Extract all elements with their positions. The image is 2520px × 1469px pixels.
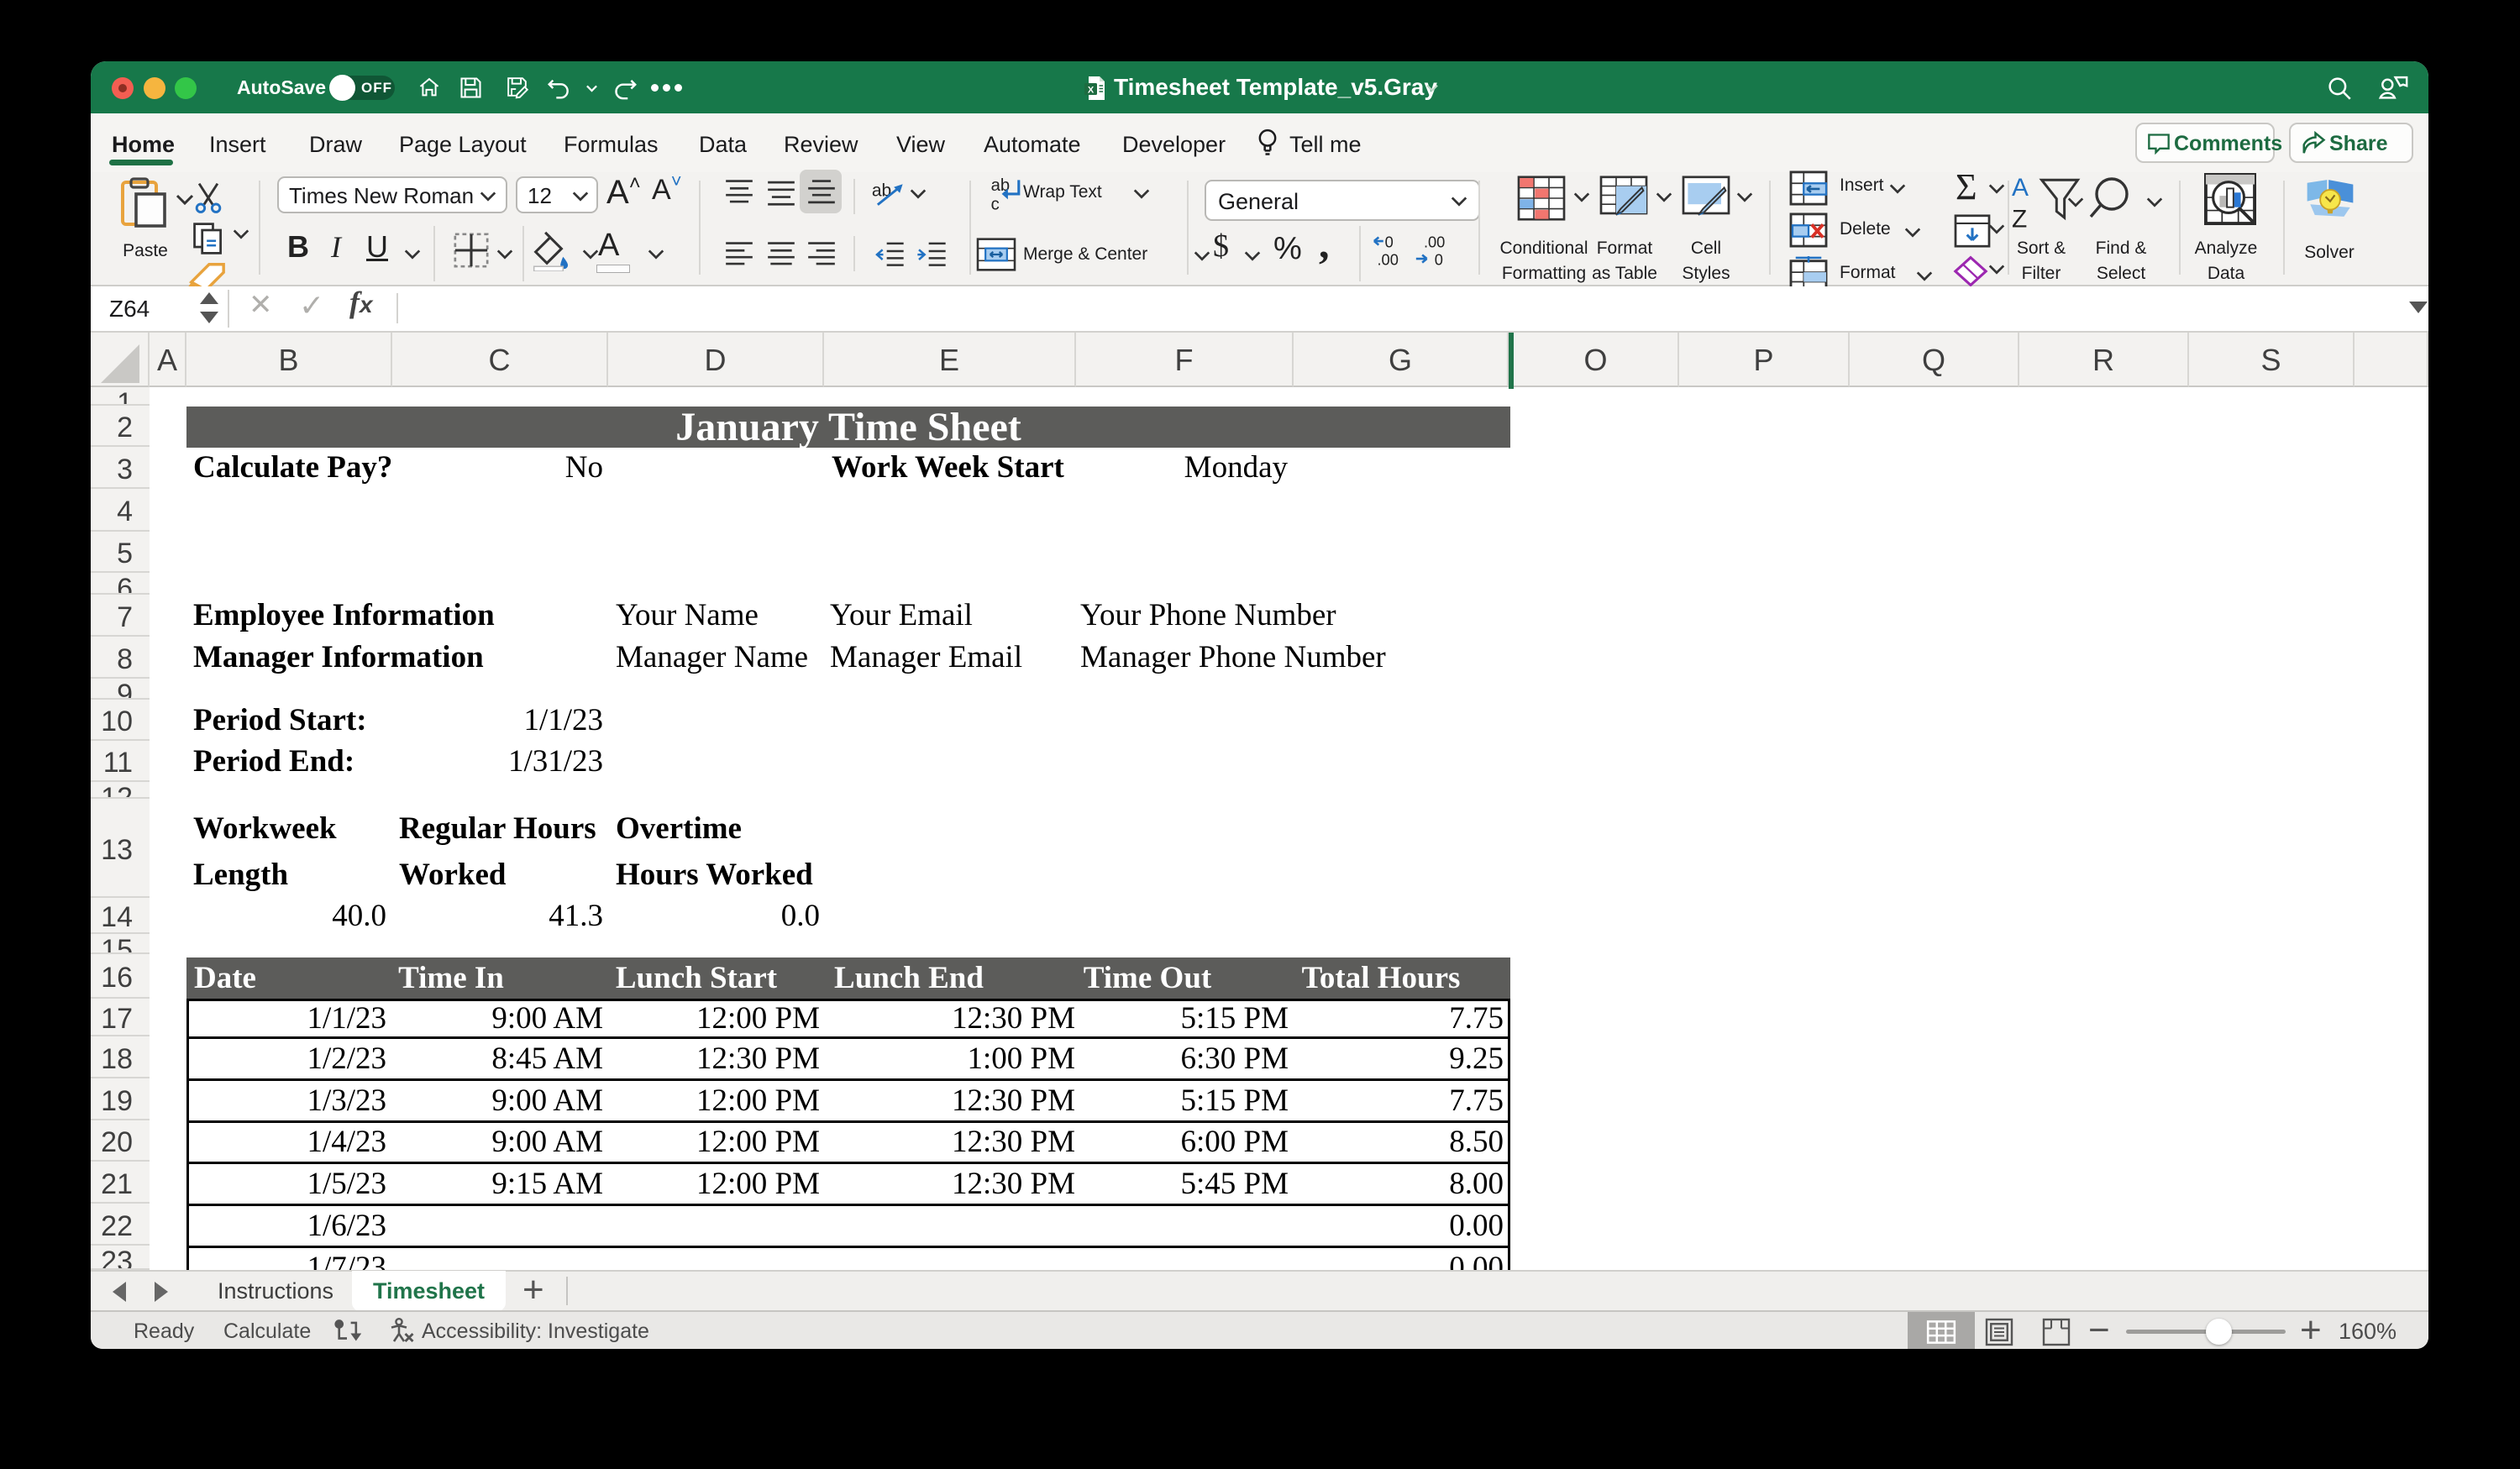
svg-text:A: A — [2012, 174, 2029, 202]
svg-text:.00: .00 — [1377, 250, 1398, 268]
svg-text:Z: Z — [2012, 205, 2027, 233]
svg-text:X: X — [1088, 86, 1095, 96]
svg-text:.00: .00 — [1424, 233, 1445, 250]
svg-text:0: 0 — [1385, 233, 1394, 250]
svg-text:0: 0 — [1435, 250, 1443, 268]
svg-text:c: c — [991, 195, 1000, 212]
